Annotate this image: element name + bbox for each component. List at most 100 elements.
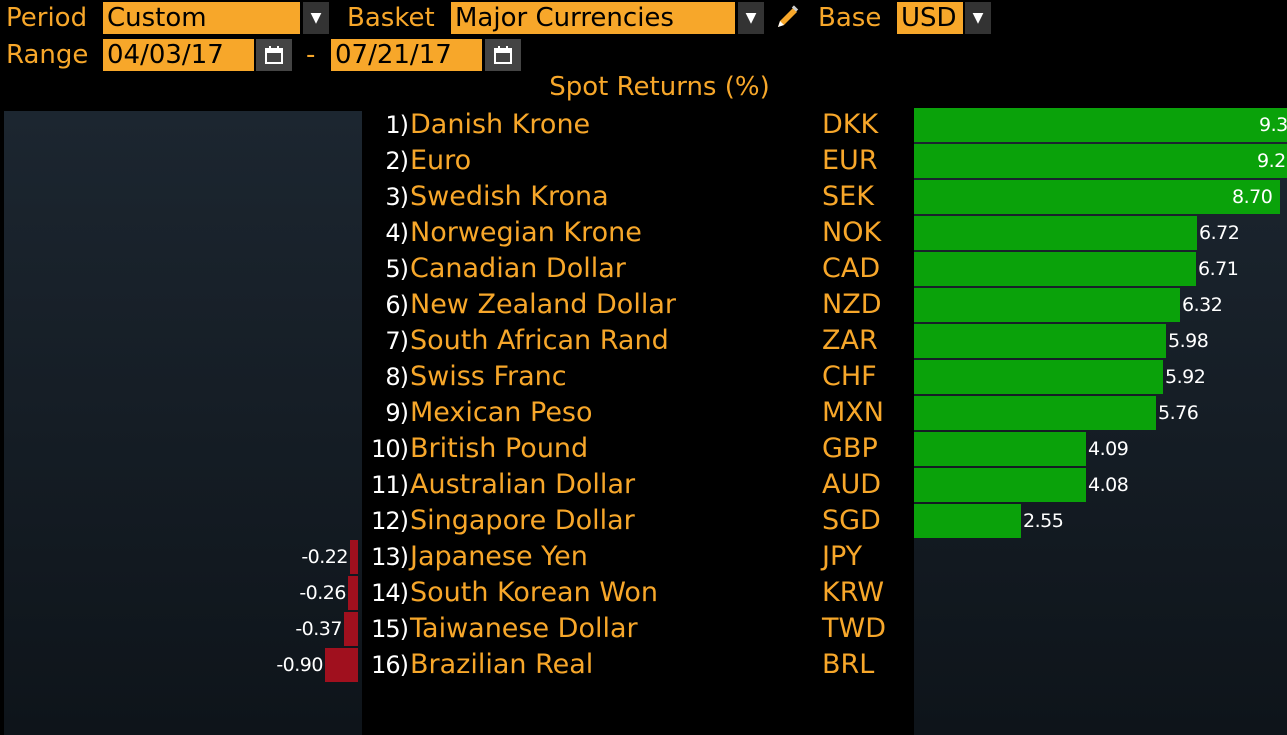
base-dropdown-icon[interactable]: ▼: [965, 2, 991, 34]
currency-name[interactable]: Brazilian Real: [410, 647, 593, 683]
currency-name[interactable]: Canadian Dollar: [410, 251, 626, 287]
return-bar: [914, 324, 1166, 358]
row-number: 4): [385, 219, 409, 247]
currency-name[interactable]: Norwegian Krone: [410, 215, 642, 251]
list-item[interactable]: -0.37 15) Taiwanese Dollar TWD: [0, 611, 1287, 647]
return-value-label: -0.90: [276, 654, 323, 676]
currency-code: ZAR: [822, 325, 878, 356]
range-start-input[interactable]: 04/03/17: [103, 39, 254, 71]
return-bar: [914, 144, 1287, 178]
range-end-input[interactable]: 07/21/17: [331, 39, 482, 71]
currency-code: EUR: [822, 145, 878, 176]
returns-list: 9.34 1)Danish Krone DKK 9.29 2)Euro EUR 8.70 3)…: [0, 107, 1287, 697]
chart-title: Spot Returns (%): [549, 72, 770, 102]
return-bar: [914, 252, 1196, 286]
currency-name[interactable]: Danish Krone: [410, 107, 590, 143]
return-bar: [344, 612, 358, 646]
list-item[interactable]: 9.29 2)Euro EUR: [0, 143, 1287, 179]
list-item[interactable]: 5.92 8) Swiss Franc CHF: [0, 359, 1287, 395]
currency-name[interactable]: Australian Dollar: [410, 467, 635, 503]
period-select[interactable]: Custom: [103, 2, 300, 34]
return-bar: [348, 576, 358, 610]
return-value-label: 4.08: [1088, 474, 1129, 496]
currency-code: NZD: [822, 289, 882, 320]
row-number: 14): [371, 579, 409, 607]
list-item[interactable]: 8.70 3) Swedish Krona SEK: [0, 179, 1287, 215]
currency-code: SEK: [822, 181, 874, 212]
return-value-label: -0.37: [295, 618, 342, 640]
range-label: Range: [6, 40, 89, 70]
list-item[interactable]: -0.90 16) Brazilian Real BRL: [0, 647, 1287, 683]
return-bar: [914, 288, 1180, 322]
currency-code: GBP: [822, 433, 878, 464]
return-bar: [914, 360, 1163, 394]
list-item[interactable]: 2.55 12) Singapore Dollar SGD: [0, 503, 1287, 539]
return-value-label: 6.71: [1198, 258, 1239, 280]
return-bar: [914, 504, 1021, 538]
currency-code: KRW: [822, 577, 885, 608]
return-bar: [325, 648, 358, 682]
return-bar: [914, 216, 1197, 250]
return-bar: [914, 180, 1280, 214]
return-value-label: -0.22: [301, 546, 348, 568]
return-value-label: 5.98: [1168, 330, 1209, 352]
row-number: 2): [385, 147, 409, 175]
row-number: 1): [385, 111, 409, 139]
currency-name[interactable]: Swiss Franc: [410, 359, 567, 395]
return-value-label: 6.32: [1182, 294, 1223, 316]
list-item[interactable]: -0.26 14) South Korean Won KRW: [0, 575, 1287, 611]
row-number: 11): [371, 471, 409, 499]
currency-name[interactable]: Swedish Krona: [410, 179, 609, 215]
return-value-label: 6.72: [1199, 222, 1240, 244]
range-separator: -: [306, 40, 316, 70]
list-item[interactable]: 5.98 7) South African Rand ZAR: [0, 323, 1287, 359]
return-bar: [914, 468, 1086, 502]
return-value-label: 9.29: [1257, 150, 1287, 172]
edit-pencil-icon[interactable]: [772, 3, 802, 33]
basket-dropdown-icon[interactable]: ▼: [738, 2, 764, 34]
currency-name[interactable]: Mexican Peso: [410, 395, 593, 431]
list-item[interactable]: 6.71 5) Canadian Dollar CAD: [0, 251, 1287, 287]
return-bar: [914, 108, 1287, 142]
return-bar: [350, 540, 358, 574]
currency-code: AUD: [822, 469, 882, 500]
currency-name[interactable]: Taiwanese Dollar: [410, 611, 638, 647]
row-number: 5): [385, 255, 409, 283]
currency-name[interactable]: Singapore Dollar: [410, 503, 635, 539]
currency-name[interactable]: New Zealand Dollar: [410, 287, 676, 323]
currency-code: BRL: [822, 649, 875, 680]
list-item[interactable]: 4.09 10) British Pound GBP: [0, 431, 1287, 467]
basket-select[interactable]: Major Currencies: [451, 2, 735, 34]
currency-code: NOK: [822, 217, 882, 248]
list-item[interactable]: 6.72 4) Norwegian Krone NOK: [0, 215, 1287, 251]
currency-code: CAD: [822, 253, 881, 284]
currency-name[interactable]: Euro: [410, 143, 471, 179]
base-select[interactable]: USD: [897, 2, 963, 34]
row-number: 16): [371, 651, 409, 679]
currency-name[interactable]: South Korean Won: [410, 575, 658, 611]
row-number: 9): [385, 399, 409, 427]
currency-code: CHF: [822, 361, 877, 392]
currency-name[interactable]: Japanese Yen: [410, 539, 588, 575]
currency-name[interactable]: British Pound: [410, 431, 588, 467]
calendar-icon[interactable]: [256, 39, 292, 71]
basket-label: Basket: [347, 3, 435, 33]
row-number: 8): [385, 363, 409, 391]
period-dropdown-icon[interactable]: ▼: [303, 2, 329, 34]
list-item[interactable]: 5.76 9) Mexican Peso MXN: [0, 395, 1287, 431]
row-number: 7): [385, 327, 409, 355]
list-item[interactable]: -0.22 13) Japanese Yen JPY: [0, 539, 1287, 575]
calendar-icon[interactable]: [485, 39, 521, 71]
return-bar: [914, 396, 1156, 430]
return-value-label: 5.76: [1158, 402, 1199, 424]
currency-code: SGD: [822, 505, 881, 536]
list-item[interactable]: 9.34 1)Danish Krone DKK: [0, 107, 1287, 143]
row-number: 12): [371, 507, 409, 535]
base-label: Base: [818, 3, 882, 33]
return-value-label: -0.26: [299, 582, 346, 604]
list-item[interactable]: 4.08 11) Australian Dollar AUD: [0, 467, 1287, 503]
currency-name[interactable]: South African Rand: [410, 323, 669, 359]
list-item[interactable]: 6.32 6) New Zealand Dollar NZD: [0, 287, 1287, 323]
return-bar: [914, 432, 1086, 466]
row-number: 13): [371, 543, 409, 571]
